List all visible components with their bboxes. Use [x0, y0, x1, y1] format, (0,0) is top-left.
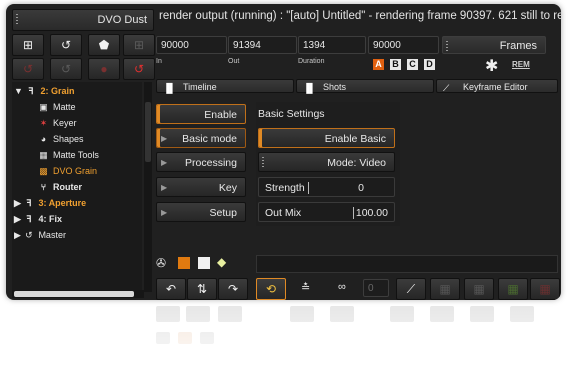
- refresh-active-button[interactable]: ⟲: [256, 278, 286, 300]
- tree-horizontal-scrollbar[interactable]: [12, 290, 144, 298]
- red-cycle-button[interactable]: ↺: [123, 58, 155, 80]
- grain-icon: ▩: [39, 166, 48, 176]
- white-layer-icon[interactable]: [198, 257, 210, 269]
- app-window: DVO Dust ⊞ ↺ ⬟ ⊞ ↺ ↺ ● ↺ ▼ ꟻ 2: Grain ▣ Ma…: [6, 4, 561, 300]
- matte-tools-icon: ▦: [39, 150, 48, 160]
- frames-mode-dropdown[interactable]: Frames: [442, 36, 546, 54]
- out-label: Out: [228, 58, 240, 65]
- chevron-right-icon: ▶: [161, 158, 168, 167]
- node-tree: ▼ ꟻ 2: Grain ▣ Matte ✶ Keyer ◕ Shapes ▦ Matte…: [12, 82, 142, 292]
- badge-b[interactable]: B: [390, 59, 401, 70]
- keyframe-icon: ⟋: [443, 83, 450, 93]
- out-mix-slider[interactable]: Out Mix 100.00: [258, 202, 395, 222]
- track-bar[interactable]: [256, 255, 558, 273]
- tree-item-fix[interactable]: ▶ ꟻ 4: Fix: [14, 212, 62, 226]
- grid-button[interactable]: ⊞: [123, 34, 155, 56]
- shots-icon: ▐▌: [303, 83, 316, 93]
- in-field[interactable]: 90000: [156, 36, 227, 54]
- strength-slider[interactable]: Strength 0: [258, 177, 395, 197]
- badge-d[interactable]: D: [424, 59, 435, 70]
- drag-grip-icon[interactable]: [16, 14, 18, 26]
- tab-keyframe-editor[interactable]: ⟋ Keyframe Editor: [436, 79, 558, 93]
- film-b-button[interactable]: ▦: [464, 278, 494, 300]
- film-c-button[interactable]: ▦: [498, 278, 528, 300]
- group-icon: ꟻ: [28, 86, 34, 96]
- tree-item-grain[interactable]: ▼ ꟻ 2: Grain: [14, 84, 74, 98]
- group-icon: ꟻ: [26, 198, 32, 208]
- settings-header: Basic Settings: [258, 108, 325, 120]
- strength-label: Strength: [265, 182, 305, 194]
- tree-item-aperture[interactable]: ▶ ꟻ 3: Aperture: [14, 196, 86, 210]
- duration-label: Duration: [298, 58, 325, 65]
- strength-value: 0: [358, 182, 364, 194]
- chevron-right-icon: ▶: [161, 183, 168, 192]
- orange-layer-icon[interactable]: [178, 257, 190, 269]
- badge-a[interactable]: A: [373, 59, 384, 70]
- film-d-button[interactable]: ▦: [530, 278, 560, 300]
- group-icon: ꟻ: [26, 214, 32, 224]
- enable-basic-button[interactable]: Enable Basic: [258, 128, 395, 148]
- film-a-button[interactable]: ▦: [430, 278, 460, 300]
- film-reel-icon[interactable]: ✇: [156, 256, 166, 270]
- tree-item-master[interactable]: ▶ ↺ Master: [14, 228, 66, 242]
- counter-field[interactable]: 0: [363, 279, 389, 297]
- router-icon: ⑂: [40, 182, 47, 192]
- setup-button[interactable]: ▶ Setup: [156, 202, 246, 222]
- duration-field[interactable]: 1394: [298, 36, 366, 54]
- tree-item-router[interactable]: ⑂ Router: [38, 180, 82, 194]
- chevron-right-icon: ▶: [161, 208, 168, 217]
- levels-icon[interactable]: ≛: [301, 281, 310, 294]
- swap-button[interactable]: ⇅: [187, 278, 217, 300]
- record-button[interactable]: ●: [88, 58, 120, 80]
- keyer-icon: ✶: [39, 118, 48, 128]
- render-status-text: render output (running) : "[auto] Untitl…: [159, 10, 561, 22]
- undo-button[interactable]: ↶: [156, 278, 186, 300]
- chevron-right-icon: ▶: [161, 134, 168, 143]
- tree-item-dvo-grain[interactable]: ▩ DVO Grain: [38, 164, 97, 178]
- tree-item-matte[interactable]: ▣ Matte: [38, 100, 75, 114]
- current-frame-field[interactable]: 90000: [368, 36, 439, 54]
- tab-shots[interactable]: ▐▌ Shots: [296, 79, 434, 93]
- curve-button[interactable]: ⟋: [396, 278, 426, 300]
- drag-grip-icon: [262, 157, 264, 169]
- master-icon: ↺: [25, 230, 33, 240]
- drag-grip-icon: [446, 41, 448, 53]
- shape-tool-button[interactable]: ⬟: [88, 34, 120, 56]
- node-title-bar[interactable]: DVO Dust: [12, 9, 154, 31]
- matte-icon: ▣: [39, 102, 48, 112]
- star-icon[interactable]: ✱: [485, 56, 498, 76]
- reset-red-button[interactable]: ↺: [12, 58, 44, 80]
- tree-item-shapes[interactable]: ◕ Shapes: [38, 132, 84, 146]
- key-button[interactable]: ▶ Key: [156, 177, 246, 197]
- mode-dropdown[interactable]: Mode: Video: [258, 152, 395, 172]
- rem-button[interactable]: REM: [512, 60, 530, 69]
- basic-mode-button[interactable]: ▶ Basic mode: [156, 128, 246, 148]
- tree-vertical-scrollbar[interactable]: [144, 82, 152, 292]
- link-icon[interactable]: ∞: [338, 281, 346, 293]
- tab-timeline[interactable]: ▐▌ Timeline: [156, 79, 294, 93]
- node-title: DVO Dust: [97, 14, 147, 26]
- processing-button[interactable]: ▶ Processing: [156, 152, 246, 172]
- reflection-fade: [0, 300, 569, 385]
- out-field[interactable]: 91394: [228, 36, 297, 54]
- out-mix-label: Out Mix: [265, 207, 302, 219]
- redo-button[interactable]: ↷: [218, 278, 248, 300]
- tree-item-matte-tools[interactable]: ▦ Matte Tools: [38, 148, 99, 162]
- add-node-button[interactable]: ⊞: [12, 34, 44, 56]
- out-mix-value: 100.00: [355, 207, 388, 219]
- tree-item-keyer[interactable]: ✶ Keyer: [38, 116, 77, 130]
- loop-button[interactable]: ↺: [50, 34, 82, 56]
- badge-c[interactable]: C: [407, 59, 418, 70]
- shapes-icon: ◕: [40, 134, 47, 144]
- diamond-icon[interactable]: ◆: [217, 255, 226, 269]
- in-label: In: [156, 58, 162, 65]
- timeline-icon: ▐▌: [163, 83, 176, 93]
- undo-node-button[interactable]: ↺: [50, 58, 82, 80]
- enable-button[interactable]: Enable: [156, 104, 246, 124]
